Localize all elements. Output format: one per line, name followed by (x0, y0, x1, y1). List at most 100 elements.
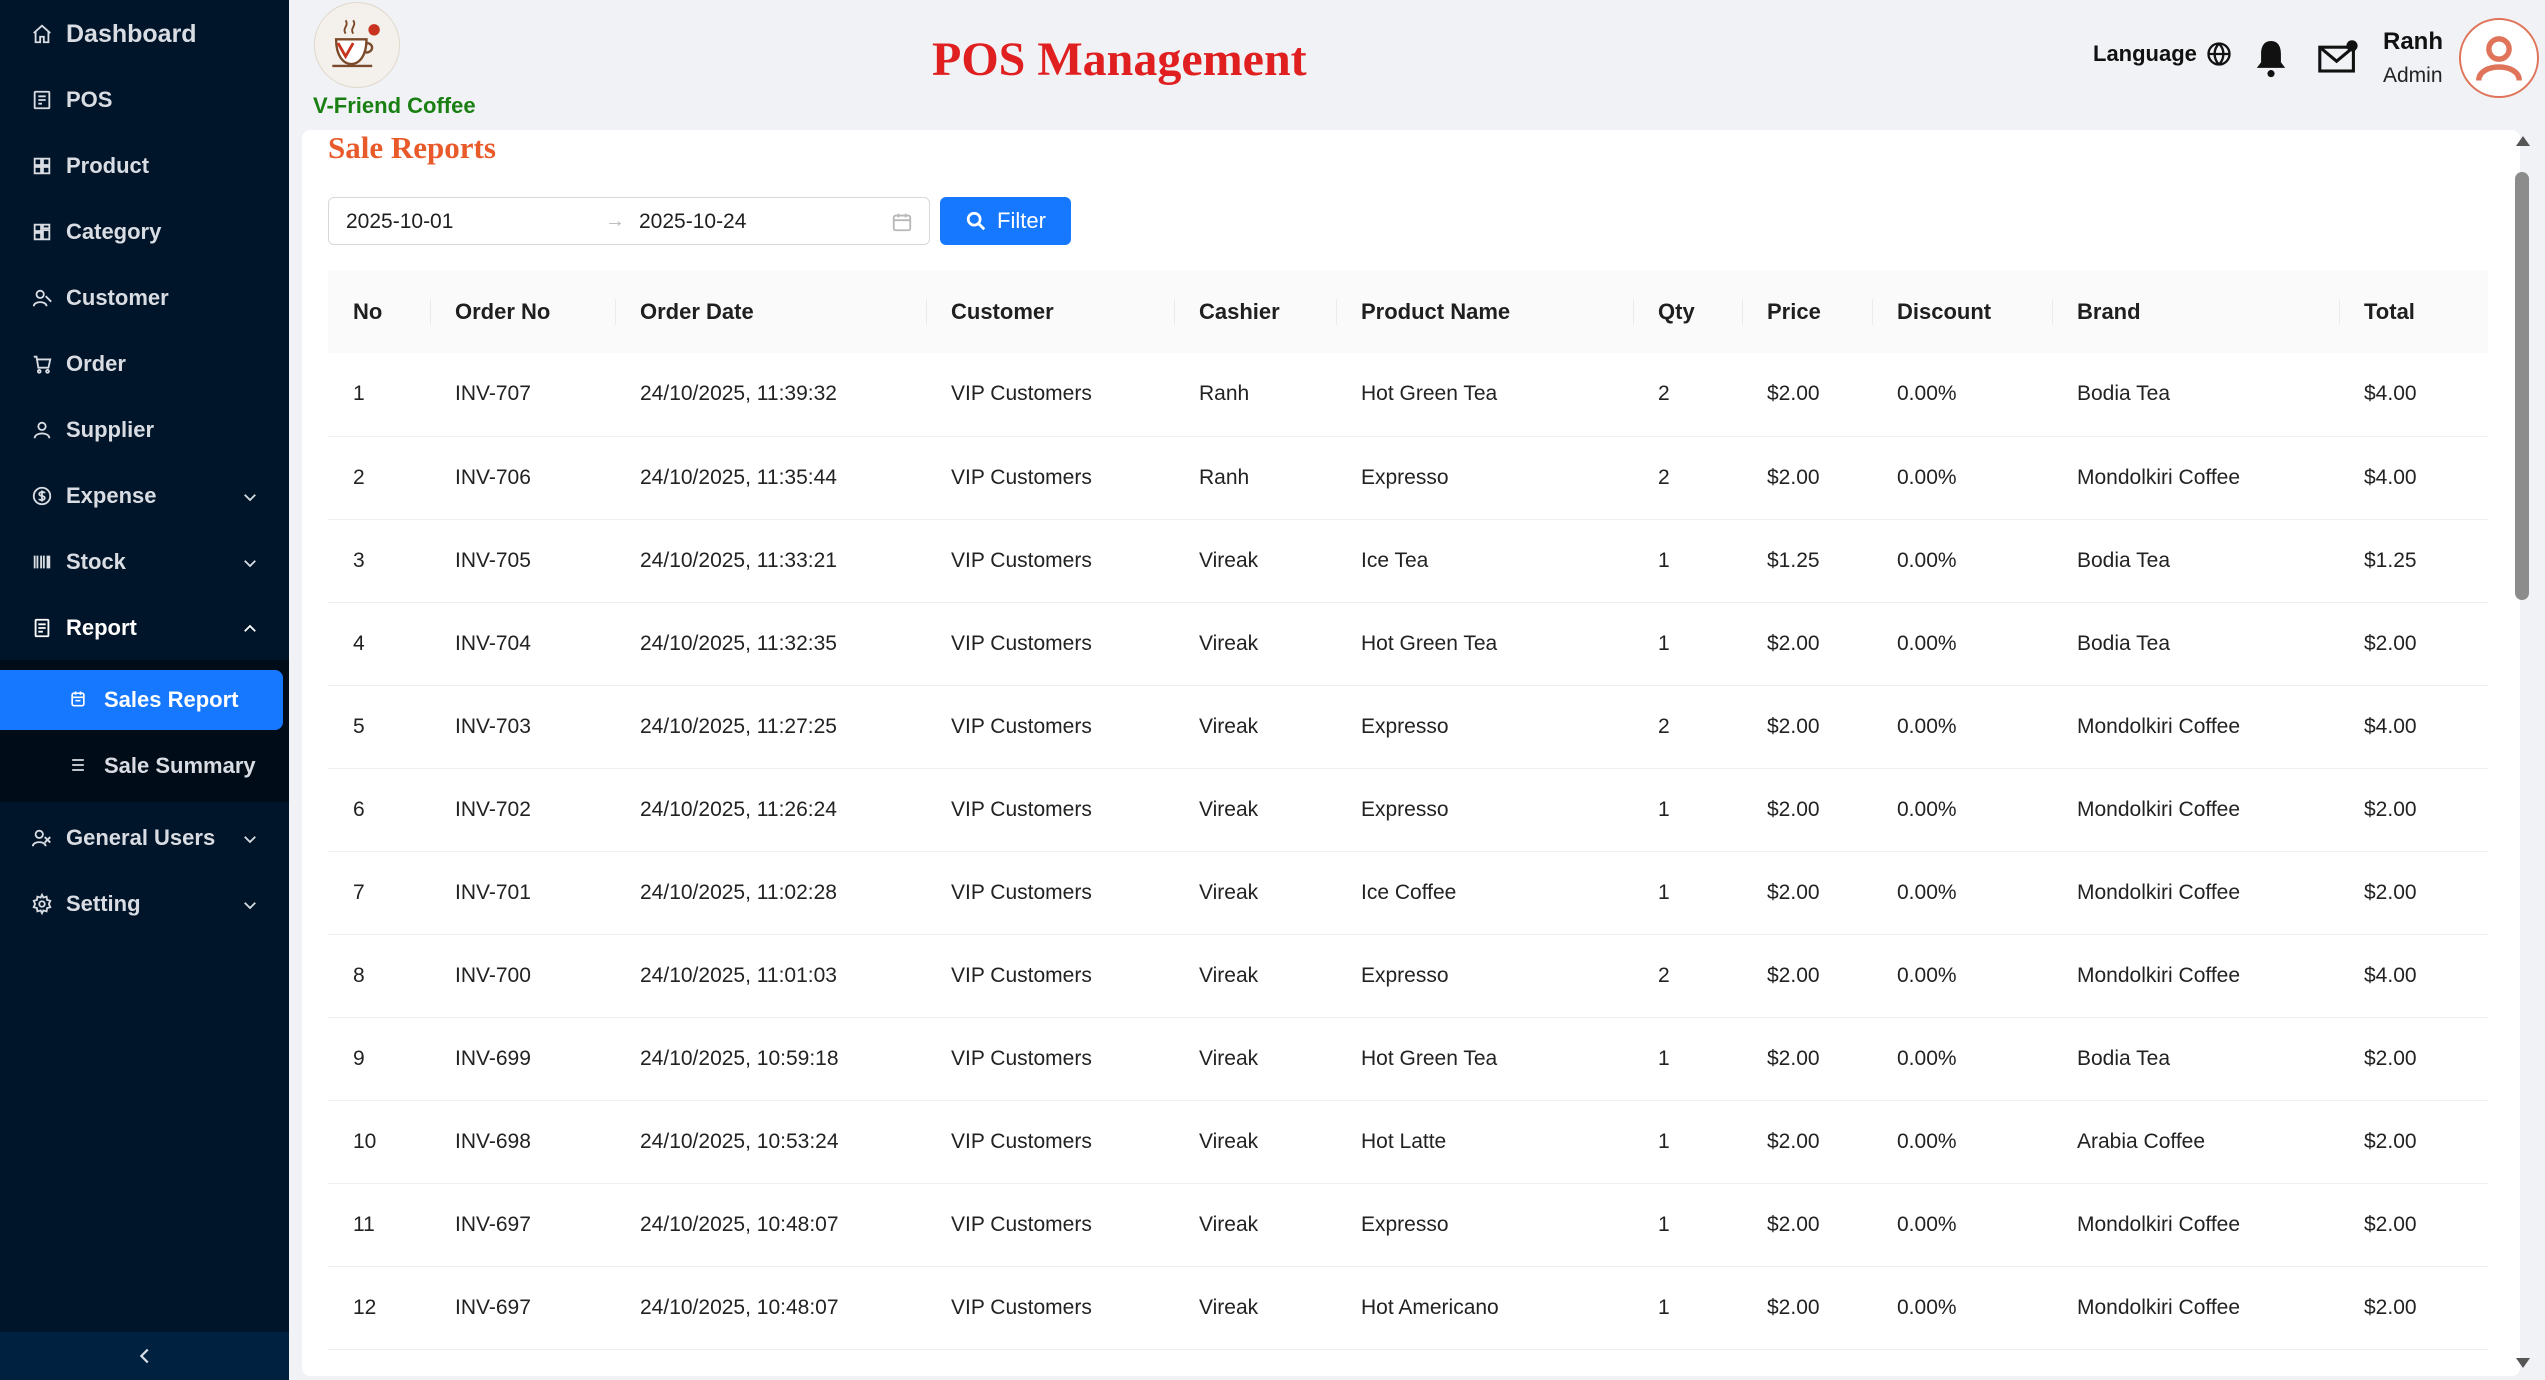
table-row[interactable]: 9 INV-699 24/10/2025, 10:59:18 VIP Customer… (328, 1017, 2488, 1100)
table-cell: $2.00 (1767, 465, 1820, 489)
sidebar-item-general-users[interactable]: General Users (0, 810, 289, 866)
scrollbar-thumb[interactable] (2515, 172, 2529, 600)
table-row[interactable]: 1 INV-707 24/10/2025, 11:39:32 VIP Customer… (328, 353, 2488, 436)
column-header[interactable]: No (328, 270, 430, 353)
chevron-left-icon (139, 1348, 149, 1364)
column-header[interactable]: Brand (2052, 270, 2339, 353)
brand-name: V-Friend Coffee (313, 93, 476, 118)
table-cell: INV-699 (455, 1046, 531, 1070)
table-cell: 1 (1658, 1212, 1670, 1236)
table-row[interactable]: 11 INV-697 24/10/2025, 10:48:07 VIP Custome… (328, 1183, 2488, 1266)
column-header[interactable]: Product Name (1336, 270, 1633, 353)
table-cell: 2 (1658, 714, 1670, 738)
table-cell: $2.00 (2364, 1212, 2417, 1236)
list-icon (68, 755, 90, 777)
table-cell: Mondolkiri Coffee (2077, 714, 2241, 738)
filter-button-label: Filter (997, 208, 1046, 233)
sidebar-item-dashboard[interactable]: Dashboard (0, 6, 289, 62)
table-cell: $2.00 (2364, 1295, 2417, 1319)
cart-icon (30, 352, 54, 376)
table-cell: VIP Customers (951, 1212, 1092, 1236)
sidebar-item-label: POS (66, 87, 113, 112)
sidebar-item-label: Sales Report (104, 687, 239, 712)
table-cell: 1 (1658, 880, 1670, 904)
sidebar-collapse-button[interactable] (0, 1332, 289, 1380)
table-cell: Hot Americano (1361, 1295, 1499, 1319)
table-cell: INV-700 (455, 963, 531, 987)
table-cell: 10 (353, 1129, 377, 1153)
sidebar-item-report[interactable]: Report (0, 600, 289, 656)
table-cell: 0.00% (1897, 963, 1957, 987)
avatar[interactable] (2459, 18, 2539, 98)
column-header[interactable]: Total (2339, 270, 2488, 353)
chevron-down-icon (241, 486, 259, 504)
table-cell: 1 (1658, 1129, 1670, 1153)
column-header[interactable]: Order No (430, 270, 615, 353)
column-header[interactable]: Discount (1872, 270, 2052, 353)
table-row[interactable]: 12 INV-697 24/10/2025, 10:48:07 VIP Custome… (328, 1266, 2488, 1349)
column-header[interactable]: Price (1742, 270, 1872, 353)
table-row[interactable]: 8 INV-700 24/10/2025, 11:01:03 VIP Customer… (328, 934, 2488, 1017)
table-cell: 1 (1658, 548, 1670, 572)
table-cell: Expresso (1361, 1212, 1449, 1236)
sidebar-item-label: Product (66, 153, 150, 178)
table-cell: $4.00 (2364, 382, 2417, 406)
table-row[interactable]: 7 INV-701 24/10/2025, 11:02:28 VIP Customer… (328, 851, 2488, 934)
sidebar-item-pos[interactable]: POS (0, 72, 289, 128)
table-row[interactable]: 10 INV-698 24/10/2025, 10:53:24 VIP Custome… (328, 1100, 2488, 1183)
table-row[interactable]: 2 INV-706 24/10/2025, 11:35:44 VIP Customer… (328, 436, 2488, 519)
table-cell: Hot Green Tea (1361, 631, 1498, 655)
table-cell: $2.00 (1767, 1129, 1820, 1153)
table-cell: 0.00% (1897, 631, 1957, 655)
sidebar-item-product[interactable]: Product (0, 138, 289, 194)
table-row[interactable]: 4 INV-704 24/10/2025, 11:32:35 VIP Customer… (328, 602, 2488, 685)
sidebar-item-order[interactable]: Order (0, 336, 289, 392)
table-cell: 9 (353, 1046, 365, 1070)
header: V-Friend Coffee POS Management Language … (289, 0, 2545, 130)
table-cell: Vireak (1199, 714, 1259, 738)
notification-bell-icon[interactable] (2254, 38, 2288, 78)
user-role: Admin (2383, 64, 2443, 87)
table-row[interactable]: 3 INV-705 24/10/2025, 11:33:21 VIP Customer… (328, 519, 2488, 602)
mail-icon[interactable] (2317, 38, 2359, 76)
table-cell: 8 (353, 963, 365, 987)
table-row[interactable]: 5 INV-703 24/10/2025, 11:27:25 VIP Customer… (328, 685, 2488, 768)
sidebar-item-stock[interactable]: Stock (0, 534, 289, 590)
date-end-input[interactable]: 2025-10-24 (639, 210, 746, 234)
column-header[interactable]: Qty (1633, 270, 1742, 353)
user-name: Ranh (2383, 28, 2443, 55)
customer-icon (30, 286, 54, 310)
brand-logo[interactable] (314, 2, 400, 88)
sales-table: No Order No Order Date Customer Cashier Produ… (328, 270, 2488, 1350)
sidebar: Dashboard POS Product Category Customer … (0, 0, 289, 1380)
table-cell: INV-702 (455, 797, 531, 821)
table-cell: Mondolkiri Coffee (2077, 963, 2241, 987)
language-label: Language (2093, 41, 2197, 66)
table-cell: 12 (353, 1295, 377, 1319)
filter-button[interactable]: Filter (940, 197, 1071, 245)
table-cell: INV-697 (455, 1212, 531, 1236)
sidebar-item-sale-summary[interactable]: Sale Summary (0, 736, 283, 796)
sidebar-item-label: Stock (66, 549, 126, 574)
arrow-right-icon: → (605, 210, 625, 232)
scroll-up-arrow[interactable] (2516, 136, 2530, 146)
users-icon (30, 826, 54, 850)
language-selector[interactable]: Language (2093, 40, 2233, 68)
sidebar-item-sales-report[interactable]: Sales Report (0, 670, 283, 730)
sidebar-item-supplier[interactable]: Supplier (0, 402, 289, 458)
category-icon (30, 220, 54, 244)
sidebar-item-expense[interactable]: Expense (0, 468, 289, 524)
search-icon (966, 211, 986, 231)
sidebar-item-label: Expense (66, 483, 157, 508)
column-header[interactable]: Cashier (1174, 270, 1336, 353)
date-start-input[interactable]: 2025-10-01 (346, 210, 453, 234)
sidebar-item-setting[interactable]: Setting (0, 876, 289, 932)
date-range-picker[interactable]: 2025-10-01 → 2025-10-24 (328, 197, 930, 245)
scroll-down-arrow[interactable] (2516, 1358, 2530, 1368)
table-row[interactable]: 6 INV-702 24/10/2025, 11:26:24 VIP Customer… (328, 768, 2488, 851)
sidebar-item-customer[interactable]: Customer (0, 270, 289, 326)
table-cell: Vireak (1199, 1295, 1259, 1319)
column-header[interactable]: Order Date (615, 270, 926, 353)
sidebar-item-category[interactable]: Category (0, 204, 289, 260)
column-header[interactable]: Customer (926, 270, 1174, 353)
